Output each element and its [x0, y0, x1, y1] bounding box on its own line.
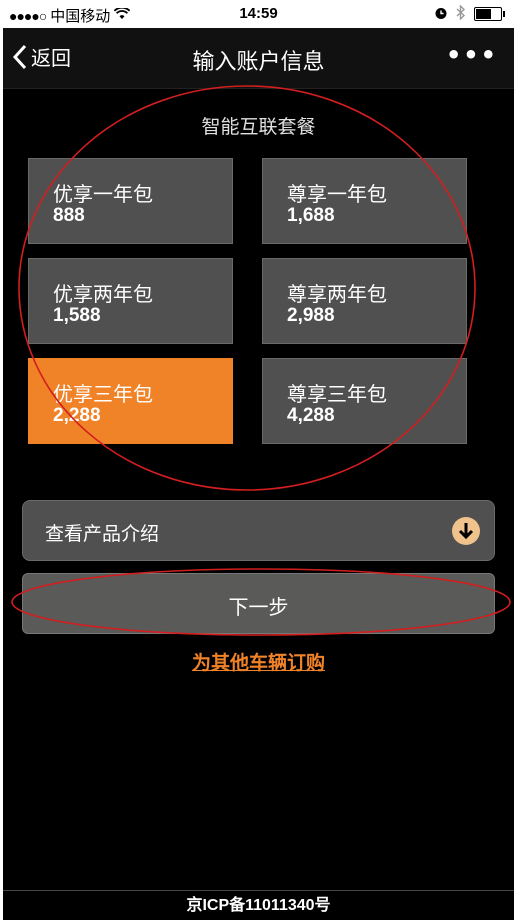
- package-price: 888: [53, 205, 85, 226]
- package-price: 4,288: [287, 405, 335, 426]
- package-card[interactable]: 尊享三年包 4,288: [262, 358, 467, 444]
- product-intro-label: 查看产品介绍: [45, 523, 160, 545]
- package-name: 优享三年包: [53, 382, 153, 406]
- package-name: 优享两年包: [53, 282, 153, 306]
- package-card[interactable]: 尊享一年包 1,688: [262, 158, 467, 244]
- order-other-vehicle-link[interactable]: 为其他车辆订购: [3, 648, 514, 675]
- package-price: 2,988: [287, 305, 335, 326]
- package-card[interactable]: 优享两年包 1,588: [28, 258, 233, 344]
- arrow-down-icon: [452, 517, 480, 545]
- package-price: 1,588: [53, 305, 101, 326]
- next-step-label: 下一步: [228, 595, 289, 619]
- phone-screen: ●●●●○ 中国移动 14:59 返回 输入账户信息 ••• 智能互联套餐 优享: [3, 0, 514, 920]
- product-intro-dropdown[interactable]: 查看产品介绍: [22, 500, 495, 561]
- package-name: 尊享三年包: [287, 382, 387, 406]
- package-name: 尊享一年包: [287, 182, 387, 206]
- package-name: 尊享两年包: [287, 282, 387, 306]
- package-price: 2,288: [53, 405, 101, 426]
- package-grid: 优享一年包 888 尊享一年包 1,688 优享两年包 1,588 尊享两年包 …: [3, 0, 514, 460]
- next-step-button[interactable]: 下一步: [22, 573, 495, 634]
- package-price: 1,688: [287, 205, 335, 226]
- package-card-selected[interactable]: 优享三年包 2,288: [28, 358, 233, 444]
- package-card[interactable]: 尊享两年包 2,988: [262, 258, 467, 344]
- package-name: 优享一年包: [53, 182, 153, 206]
- icp-footer: 京ICP备11011340号: [3, 890, 514, 920]
- package-card[interactable]: 优享一年包 888: [28, 158, 233, 244]
